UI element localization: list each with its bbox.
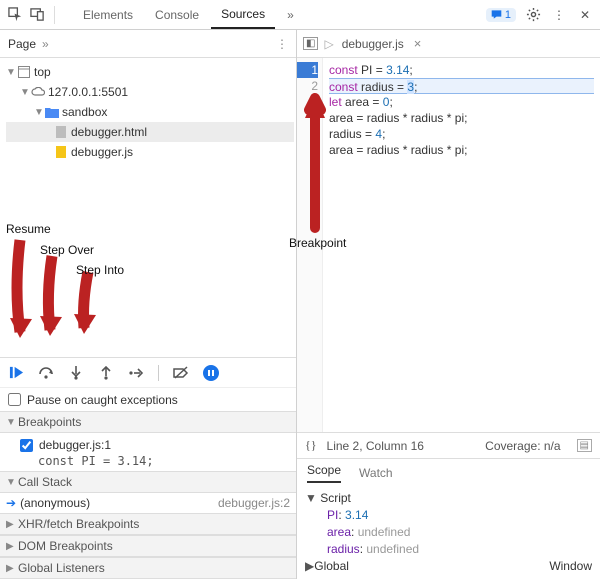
pause-caught-checkbox[interactable] [8, 393, 21, 406]
bottom-tabs: Scope Watch [297, 458, 600, 486]
coverage-label: Coverage: n/a [485, 439, 560, 453]
tree-file-label: debugger.html [71, 125, 147, 139]
tab-sources[interactable]: Sources [211, 1, 275, 29]
file-icon [54, 125, 68, 139]
close-icon[interactable]: ✕ [576, 6, 594, 24]
section-global-listeners[interactable]: ▶Global Listeners [0, 557, 296, 579]
section-breakpoints[interactable]: ▼Breakpoints [0, 411, 296, 433]
folder-icon [45, 105, 59, 119]
step-button[interactable] [128, 365, 144, 381]
scope-panel: ▼ Script PI: 3.14 area: undefined radius… [297, 486, 600, 579]
file-tree: ▼ top ▼ 127.0.0.1:5501 ▼ sandbox debugge… [0, 58, 296, 166]
anno-breakpoint: Breakpoint [289, 236, 346, 250]
scope-global[interactable]: ▶ GlobalWindow [305, 558, 592, 575]
panel-tabs: Elements Console Sources » [73, 1, 304, 29]
tree-root-label: top [34, 65, 51, 79]
deactivate-breakpoints-button[interactable] [173, 365, 189, 381]
file-tab-label: debugger.js [342, 37, 404, 51]
tree-host-label: 127.0.0.1:5501 [48, 85, 128, 99]
messages-count: 1 [505, 9, 511, 21]
gutter-line-bp: 1 [297, 62, 318, 78]
devtools-top-bar: Elements Console Sources » 1 ⋮ ✕ [0, 0, 600, 30]
tab-watch[interactable]: Watch [359, 466, 393, 480]
tree-file-label: debugger.js [71, 145, 133, 159]
right-panel: ◧ ▷ debugger.js × 1 234567 const PI = 3.… [297, 30, 600, 579]
page-label[interactable]: Page [8, 37, 36, 51]
tree-top[interactable]: ▼ top [6, 62, 294, 82]
source-status-bar: {} Line 2, Column 16 Coverage: n/a ▤ [297, 432, 600, 458]
step-into-button[interactable] [68, 365, 84, 381]
kebab-icon[interactable]: ⋮ [550, 6, 568, 24]
show-coverage-icon[interactable]: ▤ [577, 439, 592, 452]
step-out-button[interactable] [98, 365, 114, 381]
tree-folder[interactable]: ▼ sandbox [6, 102, 294, 122]
gear-icon[interactable] [524, 6, 542, 24]
resume-button[interactable] [8, 365, 24, 381]
tree-folder-label: sandbox [62, 105, 107, 119]
tab-overflow-icon[interactable]: » [277, 2, 304, 28]
frame-loc: debugger.js:2 [218, 496, 290, 510]
divider [54, 6, 55, 24]
anno-step-over: Step Over [40, 243, 94, 257]
kebab-icon[interactable]: ⋮ [276, 37, 288, 51]
breakpoint-code: const PI = 3.14; [20, 454, 290, 468]
topbar-right: 1 ⋮ ✕ [486, 6, 594, 24]
page-header: Page » ⋮ [0, 30, 296, 58]
breakpoint-item[interactable]: debugger.js:1 [20, 436, 290, 454]
section-xhr[interactable]: ▶XHR/fetch Breakpoints [0, 513, 296, 535]
scope-var[interactable]: PI: 3.14 [305, 507, 592, 524]
anno-resume: Resume [6, 222, 51, 236]
anno-step-into: Step Into [76, 263, 124, 277]
debugger-controls [0, 357, 296, 387]
pause-on-exceptions-button[interactable] [203, 365, 219, 381]
nav-forward-icon[interactable]: ▷ [324, 37, 333, 51]
pause-caught-label: Pause on caught exceptions [27, 393, 178, 407]
code-editor[interactable]: 1 234567 const PI = 3.14; const radius =… [297, 58, 600, 432]
scope-var[interactable]: radius: undefined [305, 541, 592, 558]
code-lines: const PI = 3.14; const radius = 3; let a… [323, 58, 600, 432]
breakpoint-label: debugger.js:1 [39, 438, 111, 452]
file-tab[interactable]: debugger.js × [340, 32, 428, 55]
left-panel: Page » ⋮ ▼ top ▼ 127.0.0.1:5501 ▼ sandbo… [0, 30, 297, 579]
window-icon [17, 65, 31, 79]
scope-var[interactable]: area: undefined [305, 524, 592, 541]
divider [158, 365, 159, 381]
call-stack-frame[interactable]: ➔ (anonymous) debugger.js:2 [0, 493, 296, 513]
current-frame-icon: ➔ [6, 496, 16, 510]
cursor-position: Line 2, Column 16 [327, 439, 424, 453]
toggle-sidebar-icon[interactable]: ◧ [303, 37, 318, 50]
chevrons-icon[interactable]: » [42, 37, 49, 51]
tab-console[interactable]: Console [145, 2, 209, 28]
frame-fn: (anonymous) [20, 496, 90, 510]
inspect-icon[interactable] [6, 6, 24, 24]
tab-elements[interactable]: Elements [73, 2, 143, 28]
pretty-print-icon[interactable]: {} [305, 438, 317, 453]
messages-badge[interactable]: 1 [486, 8, 516, 22]
tab-scope[interactable]: Scope [307, 463, 341, 483]
section-call-stack[interactable]: ▼Call Stack [0, 471, 296, 493]
scope-script[interactable]: ▼ Script [305, 490, 592, 507]
pause-caught-row: Pause on caught exceptions [0, 387, 296, 411]
device-toggle-icon[interactable] [28, 6, 46, 24]
close-file-icon[interactable]: × [410, 36, 426, 51]
step-over-button[interactable] [38, 365, 54, 381]
tree-host[interactable]: ▼ 127.0.0.1:5501 [6, 82, 294, 102]
breakpoints-body: debugger.js:1 const PI = 3.14; [0, 433, 296, 471]
breakpoint-checkbox[interactable] [20, 439, 33, 452]
cloud-icon [31, 85, 45, 99]
source-header: ◧ ▷ debugger.js × [297, 30, 600, 58]
tree-file-js[interactable]: debugger.js [6, 142, 294, 162]
file-icon [54, 145, 68, 159]
section-dom[interactable]: ▶DOM Breakpoints [0, 535, 296, 557]
tree-file-html[interactable]: debugger.html [6, 122, 294, 142]
